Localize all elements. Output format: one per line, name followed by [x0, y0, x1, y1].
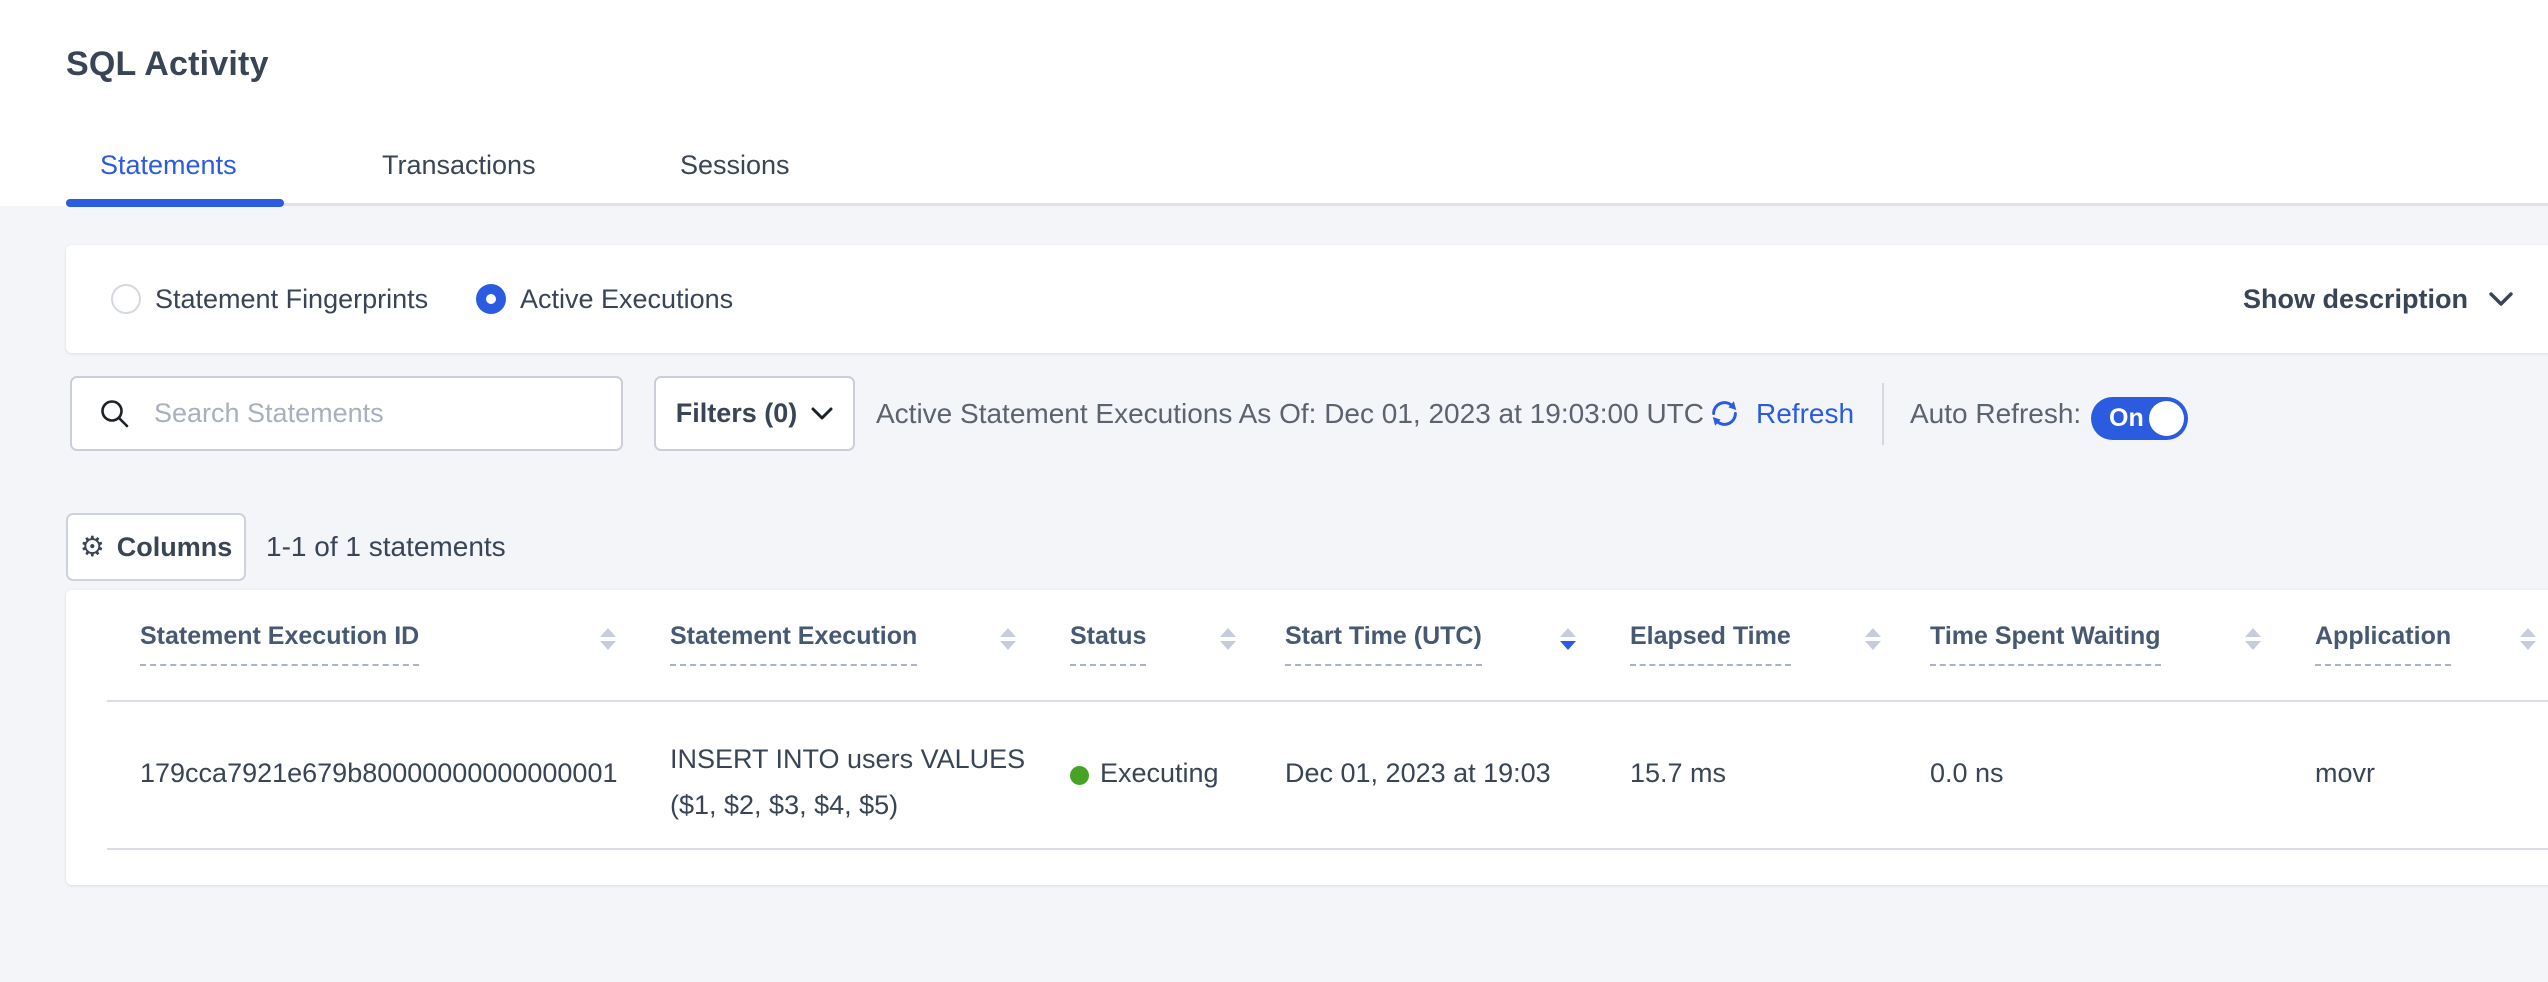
cell-statement-execution-id: 179cca7921e679b80000000000000001	[140, 758, 617, 789]
search-icon	[98, 397, 132, 431]
radio-label-statement-fingerprints: Statement Fingerprints	[155, 284, 428, 315]
search-statements-field[interactable]	[70, 376, 623, 451]
column-header-elapsed-time[interactable]: Elapsed Time	[1630, 622, 1791, 666]
header-divider	[107, 700, 2548, 702]
sql-line-2: ($1, $2, $3, $4, $5)	[670, 782, 1025, 828]
tab-transactions[interactable]: Transactions	[382, 150, 536, 181]
auto-refresh-toggle[interactable]: On	[2091, 397, 2188, 440]
page-title: SQL Activity	[66, 45, 269, 84]
cell-application: movr	[2315, 758, 2375, 789]
column-header-statement-execution-id[interactable]: Statement Execution ID	[140, 622, 419, 666]
toggle-knob	[2149, 401, 2184, 436]
filters-button[interactable]: Filters (0)	[654, 376, 855, 451]
as-of-timestamp: Active Statement Executions As Of: Dec 0…	[876, 376, 1704, 451]
radio-unselected-icon	[111, 284, 141, 314]
view-mode-card: Statement Fingerprints Active Executions…	[66, 245, 2548, 353]
sort-icon-time-spent-waiting[interactable]	[2245, 628, 2261, 650]
cell-start-time: Dec 01, 2023 at 19:03	[1285, 758, 1551, 789]
filters-button-label: Filters (0)	[676, 398, 798, 429]
cell-statement-execution: INSERT INTO users VALUES ($1, $2, $3, $4…	[670, 736, 1025, 828]
sort-icon-status[interactable]	[1220, 628, 1236, 650]
tab-underline-track	[66, 203, 2548, 206]
columns-button[interactable]: ⚙ Columns	[66, 513, 246, 581]
column-header-statement-execution[interactable]: Statement Execution	[670, 622, 917, 666]
page-header: SQL Activity Statements Transactions Ses…	[0, 0, 2548, 206]
auto-refresh-label: Auto Refresh:	[1910, 376, 2081, 451]
tab-statements[interactable]: Statements	[100, 150, 237, 181]
column-header-time-spent-waiting[interactable]: Time Spent Waiting	[1930, 622, 2161, 666]
column-header-application[interactable]: Application	[2315, 622, 2451, 666]
sql-line-1: INSERT INTO users VALUES	[670, 736, 1025, 782]
statements-table-card: Statement Execution ID Statement Executi…	[66, 590, 2548, 885]
refresh-label: Refresh	[1756, 398, 1854, 430]
column-header-status[interactable]: Status	[1070, 622, 1146, 666]
toolbar-divider	[1882, 383, 1884, 445]
sort-icon-application[interactable]	[2520, 628, 2536, 650]
radio-selected-icon	[476, 284, 506, 314]
cell-elapsed-time: 15.7 ms	[1630, 758, 1726, 789]
cell-time-spent-waiting: 0.0 ns	[1930, 758, 2004, 789]
refresh-button[interactable]: Refresh	[1706, 376, 1854, 451]
sort-icon-elapsed-time[interactable]	[1865, 628, 1881, 650]
chevron-down-icon	[2488, 290, 2514, 308]
show-description-toggle[interactable]: Show description	[2243, 245, 2514, 353]
active-tab-indicator	[66, 199, 284, 207]
radio-active-executions[interactable]: Active Executions	[476, 245, 733, 353]
show-description-label: Show description	[2243, 284, 2468, 315]
radio-statement-fingerprints[interactable]: Statement Fingerprints	[111, 245, 428, 353]
cell-status: Executing	[1100, 758, 1219, 789]
columns-button-label: Columns	[117, 532, 233, 563]
toggle-state-label: On	[2109, 404, 2144, 433]
sort-icon-statement-execution-id[interactable]	[600, 628, 616, 650]
radio-label-active-executions: Active Executions	[520, 284, 733, 315]
tab-sessions[interactable]: Sessions	[680, 150, 790, 181]
result-count: 1-1 of 1 statements	[266, 513, 506, 581]
chevron-down-icon	[811, 406, 833, 422]
sort-icon-start-time-active-desc[interactable]	[1560, 628, 1576, 650]
column-header-start-time[interactable]: Start Time (UTC)	[1285, 622, 1482, 666]
gear-icon: ⚙	[80, 533, 105, 561]
row-divider	[107, 848, 2548, 850]
status-executing-dot	[1070, 766, 1089, 785]
search-input[interactable]	[152, 397, 586, 430]
refresh-icon	[1706, 395, 1743, 432]
sort-icon-statement-execution[interactable]	[1000, 628, 1016, 650]
